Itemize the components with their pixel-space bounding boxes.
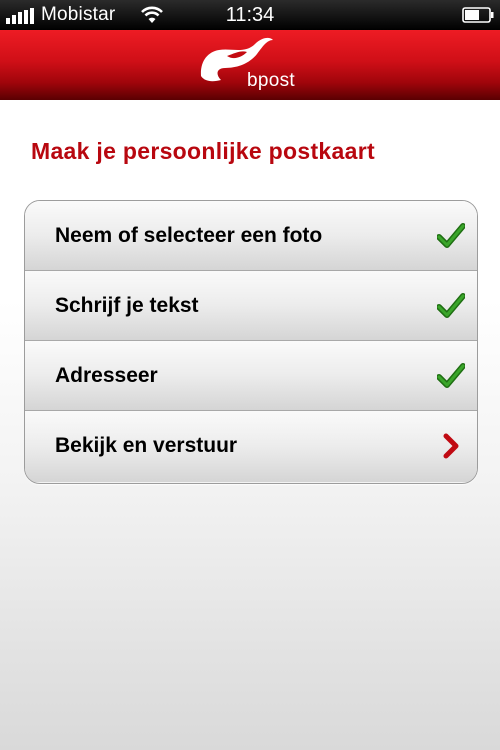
step-review-send[interactable]: Bekijk en verstuur [25,411,477,482]
step-label: Adresseer [55,364,158,387]
step-take-photo[interactable]: Neem of selecteer een foto [25,201,477,271]
chevron-right-icon [443,433,459,459]
checkmark-icon [437,363,465,388]
step-label: Bekijk en verstuur [55,434,238,457]
battery-icon [462,7,494,23]
step-write-text[interactable]: Schrijf je tekst [25,271,477,341]
checkmark-icon [437,293,465,318]
logo-text: bpost [247,70,295,91]
app-header: bpost [0,30,500,100]
step-label: Schrijf je tekst [55,294,199,317]
status-clock: 11:34 [225,4,275,26]
checkmark-icon [437,223,465,248]
step-label: Neem of selecteer een foto [55,224,323,247]
steps-list: Neem of selecteer een foto Schrijf je te… [24,200,478,484]
status-bar: Mobistar 11:34 [0,0,500,30]
page-title: Maak je persoonlijke postkaart [31,138,375,164]
step-address[interactable]: Adresseer [25,341,477,411]
